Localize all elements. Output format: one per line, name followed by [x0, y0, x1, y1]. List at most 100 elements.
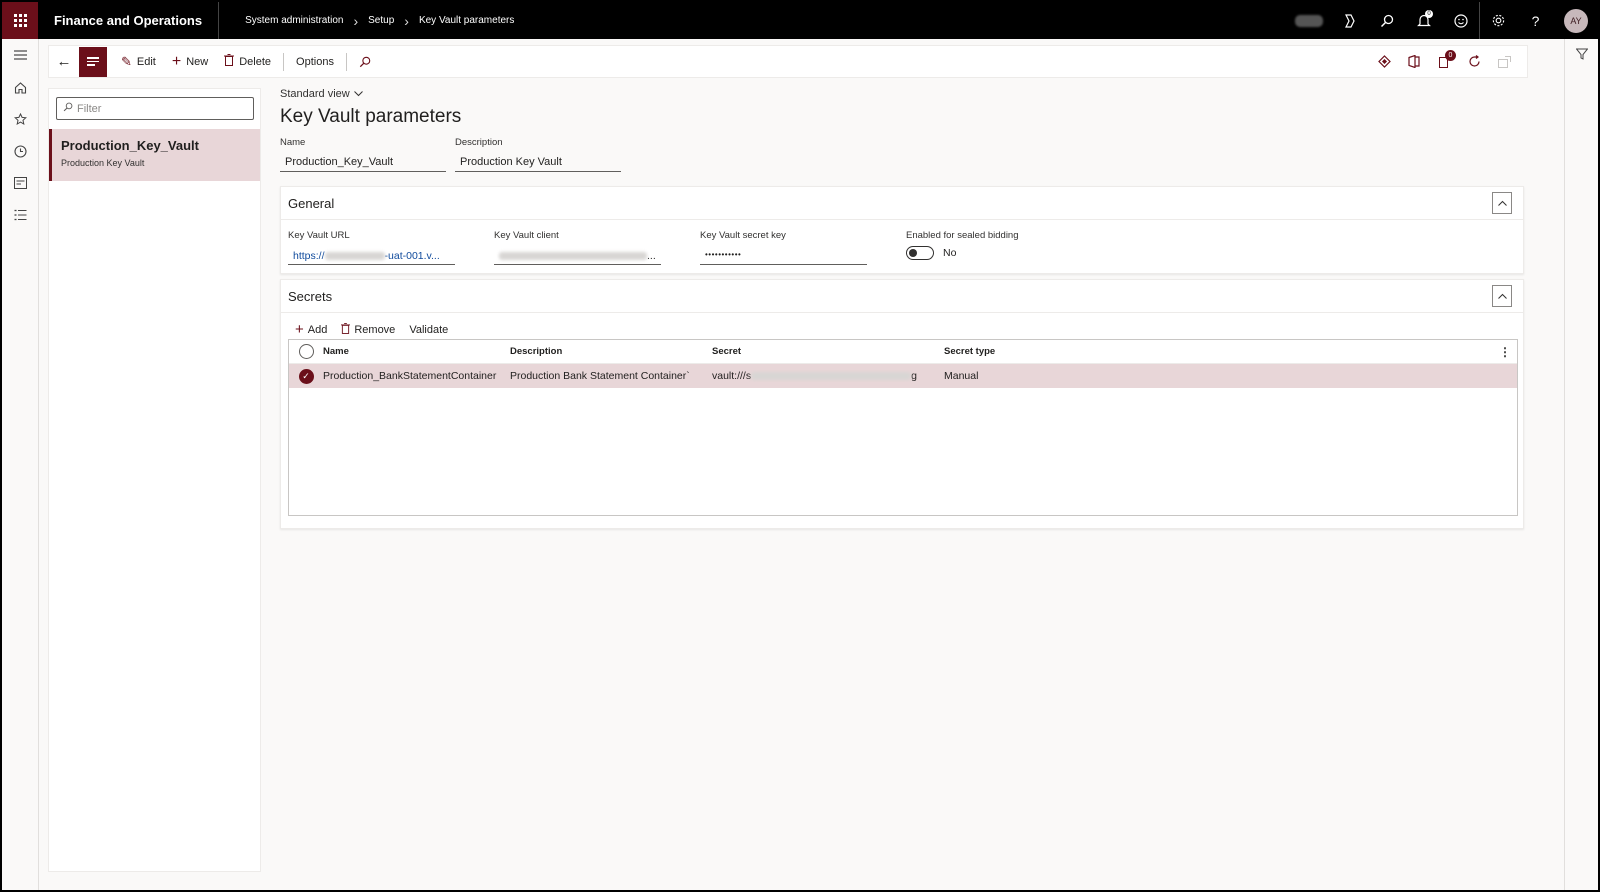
client-suffix: ... — [647, 250, 656, 262]
notification-badge: 0 — [1425, 10, 1433, 18]
gear-icon[interactable] — [1480, 2, 1517, 39]
breadcrumb-system-administration[interactable]: System administration — [245, 15, 343, 26]
home-icon[interactable] — [2, 71, 39, 103]
bell-icon[interactable]: 0 — [1405, 2, 1442, 39]
breadcrumb-setup[interactable]: Setup — [368, 15, 394, 26]
app-title[interactable]: Finance and Operations — [38, 2, 220, 39]
hamburger-icon[interactable] — [2, 39, 39, 71]
key-vault-client-group: Key Vault client ... — [494, 230, 700, 265]
description-field[interactable]: Production Key Vault — [455, 154, 621, 172]
sealed-bidding-toggle[interactable] — [906, 246, 934, 260]
attachments-count-badge: 0 — [1445, 49, 1456, 61]
attachments-icon[interactable]: 0 — [1431, 49, 1457, 75]
feedback-icon[interactable] — [1442, 2, 1479, 39]
new-button-label: New — [186, 55, 209, 68]
secret-value-cell[interactable]: vault:///s g — [712, 370, 944, 382]
key-vault-secret-key-group: Key Vault secret key ••••••••••• — [700, 230, 906, 265]
key-vault-url-field[interactable]: https:// -uat-001.v... — [288, 246, 455, 265]
app-launcher-button[interactable] — [2, 2, 38, 39]
delete-button-label: Delete — [239, 55, 272, 68]
view-selector[interactable]: Standard view — [280, 88, 1524, 100]
filter-input[interactable]: Filter — [56, 97, 254, 120]
filter-placeholder: Filter — [77, 102, 102, 115]
list-item[interactable]: Production_Key_Vault Production Key Vaul… — [49, 129, 260, 181]
list-item-title: Production_Key_Vault — [61, 138, 199, 153]
new-button[interactable]: + New — [164, 46, 216, 77]
more-options-icon[interactable]: ⋮ — [1499, 345, 1511, 359]
avatar[interactable]: AY — [1564, 8, 1588, 33]
copilot-icon[interactable] — [1331, 2, 1368, 39]
name-label: Name — [280, 137, 306, 148]
list-item-subtitle: Production Key Vault — [61, 158, 145, 168]
workspaces-icon[interactable] — [2, 167, 39, 199]
sealed-bidding-group: Enabled for sealed bidding No — [906, 230, 1112, 265]
search-icon[interactable] — [1368, 2, 1405, 39]
pencil-icon: ✎ — [121, 53, 132, 69]
plus-icon: + — [295, 321, 304, 338]
key-vault-secret-key-label: Key Vault secret key — [700, 230, 786, 241]
help-icon[interactable]: ? — [1517, 2, 1554, 39]
general-fields: Key Vault URL https:// -uat-001.v... Key … — [281, 220, 1523, 265]
favorites-star-icon[interactable] — [2, 103, 39, 135]
top-bar: Finance and Operations System administra… — [2, 2, 1598, 39]
redacted-text — [324, 252, 385, 261]
secrets-grid: Name Description Secret Secret type ⋮ ✓ … — [288, 339, 1518, 516]
recent-clock-icon[interactable] — [2, 135, 39, 167]
secrets-toolbar: + Add Remove Validate — [281, 313, 1523, 340]
general-header[interactable]: General — [281, 187, 1523, 220]
search-icon — [63, 102, 73, 115]
open-in-new-window-icon[interactable] — [1491, 49, 1517, 75]
key-vault-secret-key-field[interactable]: ••••••••••• — [700, 246, 867, 265]
sealed-bidding-value: No — [943, 247, 957, 259]
delete-button[interactable]: Delete — [216, 46, 279, 77]
filter-icon[interactable] — [1565, 39, 1598, 69]
column-header-description[interactable]: Description — [510, 346, 712, 357]
secret-suffix: g — [911, 370, 917, 382]
name-field[interactable]: Production_Key_Vault — [280, 154, 446, 172]
view-selector-label: Standard view — [280, 88, 350, 100]
options-tab[interactable]: Options — [288, 46, 342, 77]
select-all-radio[interactable] — [298, 344, 314, 359]
chevron-right-icon: › — [404, 12, 409, 29]
plus-icon: + — [171, 52, 182, 70]
secrets-fasttab: Secrets + Add Remove Validate Name Descr… — [280, 279, 1524, 529]
url-suffix: -uat-001.v... — [384, 250, 440, 262]
company-picker[interactable] — [1295, 14, 1323, 27]
sealed-bidding-toggle-wrap: No — [906, 246, 1112, 260]
checkmark-icon[interactable]: ✓ — [298, 368, 314, 384]
top-bar-actions: 0 ? AY — [1295, 2, 1598, 39]
select-all-cell — [289, 344, 323, 359]
secret-type-cell[interactable]: Manual — [944, 370, 1064, 382]
key-vault-url-group: Key Vault URL https:// -uat-001.v... — [288, 230, 494, 265]
record-list-panel: Filter Production_Key_Vault Production K… — [48, 88, 261, 872]
edit-button[interactable]: ✎ Edit — [113, 46, 164, 77]
details-pane: Standard view Key Vault parameters Name … — [280, 88, 1524, 529]
chevron-up-icon[interactable] — [1492, 285, 1512, 307]
refresh-icon[interactable] — [1461, 49, 1487, 75]
search-icon[interactable] — [351, 46, 379, 77]
secret-name-cell[interactable]: Production_BankStatementContainer — [323, 370, 510, 382]
column-header-secret-type[interactable]: Secret type — [944, 346, 1064, 357]
key-vault-client-field[interactable]: ... — [494, 246, 661, 265]
add-button[interactable]: + Add — [289, 321, 333, 338]
action-pane: ← ✎ Edit + New Delete Options 0 — [48, 45, 1528, 78]
power-apps-icon[interactable] — [1371, 49, 1397, 75]
column-header-secret[interactable]: Secret — [712, 346, 944, 357]
chevron-up-icon[interactable] — [1492, 192, 1512, 214]
breadcrumb-key-vault-parameters[interactable]: Key Vault parameters — [419, 15, 514, 26]
add-button-label: Add — [307, 323, 328, 336]
remove-button[interactable]: Remove — [335, 322, 401, 337]
table-row[interactable]: ✓ Production_BankStatementContainer Prod… — [289, 364, 1517, 388]
modules-list-icon[interactable] — [2, 199, 39, 231]
validate-button[interactable]: Validate — [403, 324, 454, 336]
redacted-text — [499, 252, 647, 261]
office-icon[interactable] — [1401, 49, 1427, 75]
name-field-group: Name Production_Key_Vault — [280, 137, 446, 172]
waffle-icon — [13, 14, 27, 27]
column-header-name[interactable]: Name — [323, 346, 510, 357]
secret-description-cell[interactable]: Production Bank Statement Container` — [510, 370, 712, 382]
back-arrow-icon[interactable]: ← — [49, 46, 79, 77]
chevron-down-icon — [353, 88, 363, 100]
secrets-header[interactable]: Secrets — [281, 280, 1523, 313]
list-view-button[interactable] — [79, 46, 107, 77]
